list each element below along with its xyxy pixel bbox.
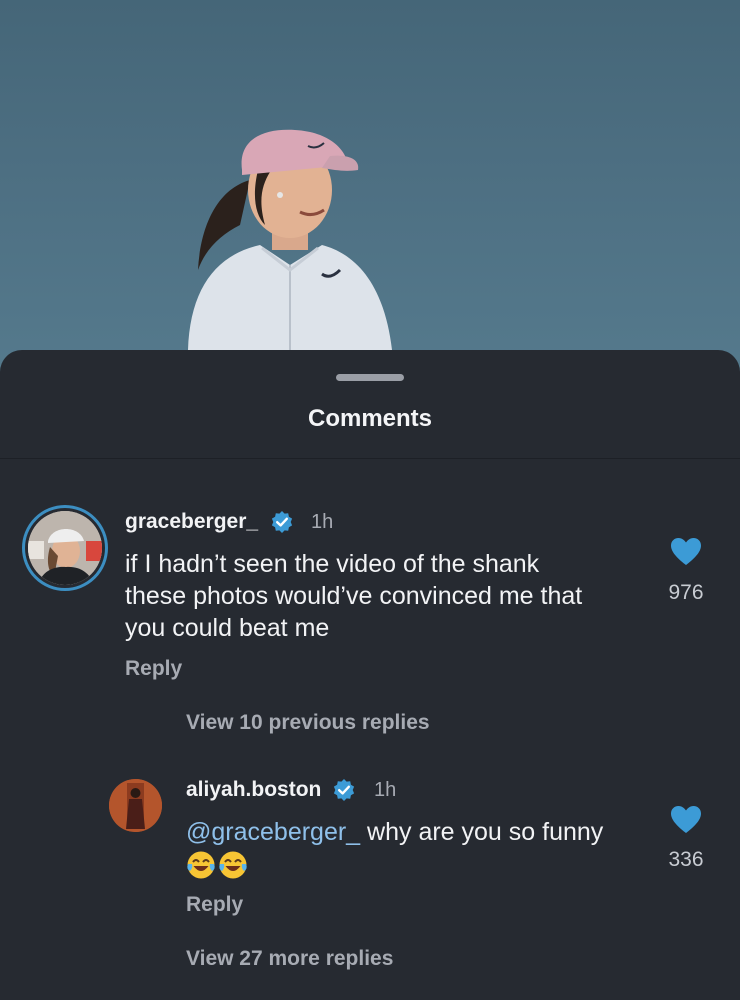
reply-avatar[interactable] xyxy=(109,779,162,832)
reply-text-body: why are you so funny xyxy=(360,818,604,846)
verified-badge-icon xyxy=(271,511,293,533)
heart-icon[interactable] xyxy=(670,805,702,835)
like-count: 976 xyxy=(668,581,704,604)
avatar[interactable] xyxy=(28,511,102,585)
reply-button[interactable]: Reply xyxy=(186,893,243,917)
comment-text-line: you could beat me xyxy=(125,614,330,642)
reply-button[interactable]: Reply xyxy=(125,657,182,681)
verified-badge-icon xyxy=(333,779,355,801)
heart-icon[interactable] xyxy=(670,537,702,567)
avatar-image xyxy=(109,779,162,832)
tears-of-joy-emoji-icon xyxy=(219,851,247,879)
comments-sheet: Comments xyxy=(0,350,740,1000)
tears-of-joy-emoji-icon xyxy=(187,851,215,879)
post-photo xyxy=(0,0,740,380)
comment-text-line: these photos would’ve convinced me that xyxy=(125,582,583,610)
sheet-drag-handle[interactable] xyxy=(336,374,404,381)
header-divider xyxy=(0,458,740,459)
view-previous-replies[interactable]: View 10 previous replies xyxy=(186,711,430,735)
comment-text: if I hadn’t seen the video of the shank … xyxy=(125,548,582,644)
comment-time: 1h xyxy=(311,511,334,533)
view-more-replies[interactable]: View 27 more replies xyxy=(186,947,393,971)
post-photo-illustration xyxy=(188,129,392,350)
reply-time: 1h xyxy=(374,779,397,801)
mention-link[interactable]: @graceberger_ xyxy=(186,818,360,846)
reply-username[interactable]: aliyah.boston xyxy=(186,778,321,802)
reply-text: @graceberger_ why are you so funny xyxy=(186,816,603,848)
avatar-image xyxy=(28,511,102,585)
like-count: 336 xyxy=(668,848,704,871)
comment-username[interactable]: graceberger_ xyxy=(125,510,258,534)
comment-text-line: if I hadn’t seen the video of the shank xyxy=(125,550,540,578)
page-title: Comments xyxy=(307,405,433,432)
